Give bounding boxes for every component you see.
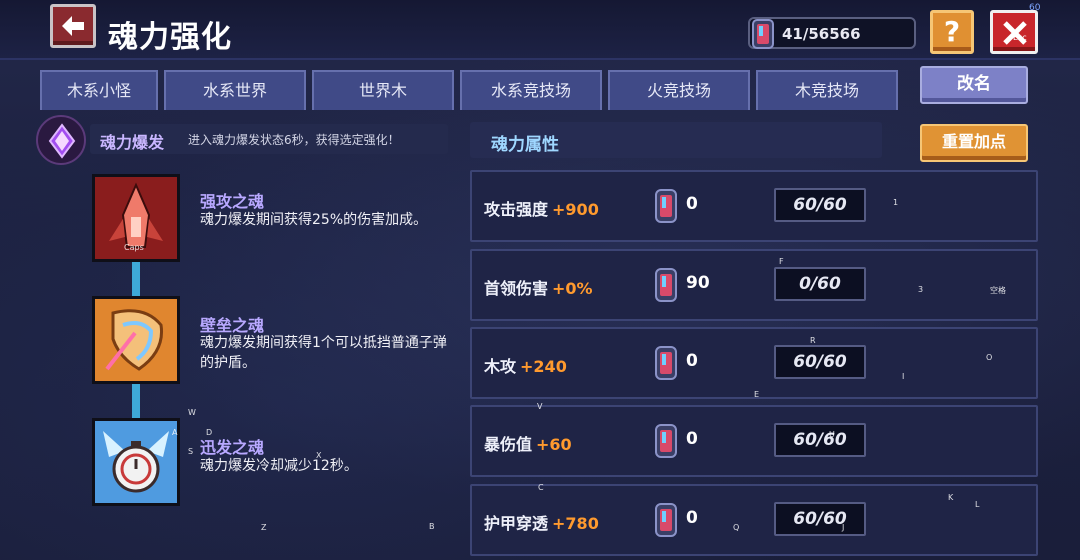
soul-gem-icon <box>655 268 677 302</box>
attribute-bonus: +240 <box>520 357 567 376</box>
attribute-bonus: +780 <box>552 514 599 533</box>
attribute-count: 0 <box>686 194 698 214</box>
back-button[interactable] <box>50 4 96 48</box>
key-hint: L <box>975 500 980 509</box>
attribute-bonus: +60 <box>536 435 572 454</box>
key-hint: C <box>538 483 544 492</box>
bulwark-soul-icon[interactable] <box>92 296 180 384</box>
tab-water-world[interactable]: 水系世界 <box>164 70 306 110</box>
key-hint: O <box>986 353 993 362</box>
key-hint: S <box>188 447 194 456</box>
skill-name: 强攻之魂 <box>200 192 265 211</box>
key-hint: Z <box>261 523 267 532</box>
crystal-icon <box>48 123 76 159</box>
swift-soul-icon[interactable] <box>92 418 180 506</box>
skill-connector <box>132 384 140 420</box>
attribute-count: 0 <box>686 508 698 528</box>
key-hint: V <box>537 402 543 411</box>
attribute-progress[interactable]: 60/60 <box>774 188 866 222</box>
tab-fire-arena[interactable]: 火竞技场 <box>608 70 750 110</box>
currency-value: 41/56566 <box>782 25 861 43</box>
attribute-label: 攻击强度 +900 <box>484 200 599 219</box>
burst-description: 进入魂力爆发状态6秒，获得选定强化！ <box>188 133 400 147</box>
tab-wood-arena[interactable]: 木竞技场 <box>756 70 898 110</box>
key-hint: J <box>842 523 845 532</box>
close-button[interactable]: Esc <box>990 10 1038 54</box>
key-hint: R <box>810 336 816 345</box>
fps-counter: 60 <box>1029 3 1041 13</box>
esc-key-label: Esc <box>1013 33 1027 42</box>
attribute-count: 0 <box>686 351 698 371</box>
skill-connector <box>132 262 140 298</box>
attribute-row: 暴伤值 +60 0 60/60 <box>470 405 1038 477</box>
tab-water-arena[interactable]: 水系竞技场 <box>460 70 602 110</box>
attribute-row: 攻击强度 +900 0 60/60 <box>470 170 1038 242</box>
attributes-title: 魂力属性 <box>491 135 559 155</box>
key-hint: F <box>779 257 784 266</box>
key-hint: E <box>754 390 760 399</box>
soul-gem-icon <box>655 424 677 458</box>
reset-points-button[interactable]: 重置加点 <box>920 124 1028 162</box>
skill-description: 魂力爆发期间获得1个可以抵挡普通子弹的护盾。 <box>200 335 447 371</box>
key-hint: 3 <box>918 285 924 294</box>
attribute-progress[interactable]: 0/60 <box>774 267 866 301</box>
key-hint: Q <box>733 523 740 532</box>
soul-gem-icon <box>655 503 677 537</box>
attribute-count: 0 <box>686 429 698 449</box>
key-hint: 1 <box>893 198 899 207</box>
key-hint: X <box>316 451 322 460</box>
key-hint: B <box>429 522 435 531</box>
skill-description: 魂力爆发期间获得25%的伤害加成。 <box>200 212 428 228</box>
shield-icon <box>95 299 177 381</box>
attribute-row: 首领伤害 +0% 90 0/60 <box>470 249 1038 321</box>
tab-world-tree[interactable]: 世界木 <box>312 70 454 110</box>
soul-gem-icon <box>655 346 677 380</box>
stopwatch-icon <box>95 421 177 503</box>
attribute-progress[interactable]: 60/60 <box>774 423 866 457</box>
burst-title: 魂力爆发 <box>100 133 165 152</box>
attribute-label: 首领伤害 +0% <box>484 279 593 298</box>
key-hint: I <box>902 372 905 381</box>
key-hint: U <box>829 430 835 439</box>
attribute-count: 90 <box>686 273 710 293</box>
attribute-label: 暴伤值 +60 <box>484 435 572 454</box>
skill-name: 迅发之魂 <box>200 438 265 457</box>
soul-gem-icon <box>752 19 774 49</box>
soul-burst-icon <box>36 115 86 165</box>
key-hint: W <box>188 408 196 417</box>
skill-description: 魂力爆发冷却减少12秒。 <box>200 458 358 474</box>
help-button[interactable]: ? <box>930 10 974 54</box>
key-hint: A <box>172 428 178 437</box>
attribute-row: 木攻 +240 0 60/60 <box>470 327 1038 399</box>
tab-wood-minion[interactable]: 木系小怪 <box>40 70 158 110</box>
key-hint: D <box>206 428 213 437</box>
soul-currency-display: 41/56566 <box>748 17 916 49</box>
attribute-bonus: +900 <box>552 200 599 219</box>
key-hint: Caps <box>124 243 144 252</box>
back-arrow-icon <box>62 16 84 36</box>
attribute-label: 护甲穿透 +780 <box>484 514 599 533</box>
soul-gem-icon <box>655 189 677 223</box>
attribute-progress[interactable]: 60/60 <box>774 502 866 536</box>
key-hint: K <box>948 493 954 502</box>
header-bar: 魂力强化 41/56566 ? Esc 60 <box>0 0 1080 60</box>
rename-button[interactable]: 改名 <box>920 66 1028 104</box>
page-title: 魂力强化 <box>108 20 232 55</box>
attribute-progress[interactable]: 60/60 <box>774 345 866 379</box>
key-hint: 空格 <box>990 286 1006 295</box>
attribute-bonus: +0% <box>552 279 593 298</box>
attribute-label: 木攻 +240 <box>484 357 567 376</box>
